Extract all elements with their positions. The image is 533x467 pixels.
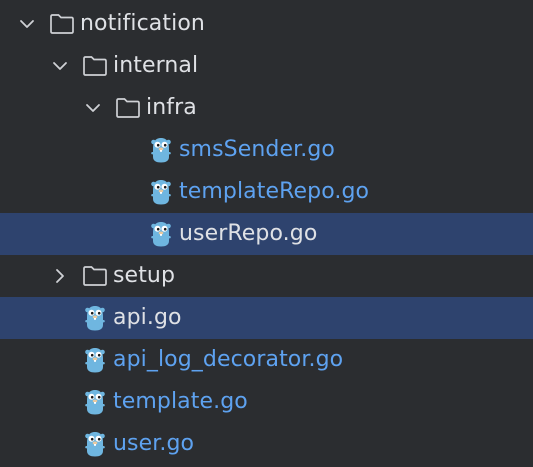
tree-node-api-go[interactable]: api.go	[0, 297, 533, 339]
tree-node-label: user.go	[113, 431, 195, 456]
tree-node-setup[interactable]: setup	[0, 255, 533, 297]
tree-node-template-go[interactable]: template.go	[0, 381, 533, 423]
chevron-down-icon[interactable]	[17, 14, 37, 34]
go-gopher-icon	[151, 222, 171, 247]
tree-node-internal[interactable]: internal	[0, 45, 533, 87]
tree-node-api-log-decorator-go[interactable]: api_log_decorator.go	[0, 339, 533, 381]
chevron-right-icon[interactable]	[50, 266, 70, 286]
tree-node-label: api.go	[113, 305, 182, 330]
tree-node-label: setup	[113, 263, 176, 288]
go-gopher-icon	[85, 390, 105, 415]
go-gopher-icon	[85, 306, 105, 331]
tree-node-label: infra	[146, 95, 197, 120]
tree-node-label: templateRepo.go	[179, 179, 370, 204]
tree-node-template-repo-go[interactable]: templateRepo.go	[0, 171, 533, 213]
tree-node-notification[interactable]: notification	[0, 3, 533, 45]
folder-icon	[116, 98, 140, 118]
project-file-tree: notification internal infra smsSender.go…	[0, 0, 533, 467]
go-gopher-icon	[151, 180, 171, 205]
tree-node-label: api_log_decorator.go	[113, 347, 344, 372]
go-gopher-icon	[151, 138, 171, 163]
tree-node-user-repo-go[interactable]: userRepo.go	[0, 213, 533, 255]
go-gopher-icon	[85, 432, 105, 457]
tree-node-label: smsSender.go	[179, 137, 335, 162]
tree-node-sms-sender-go[interactable]: smsSender.go	[0, 129, 533, 171]
folder-icon	[83, 56, 107, 76]
chevron-down-icon[interactable]	[83, 98, 103, 118]
tree-node-infra[interactable]: infra	[0, 87, 533, 129]
folder-icon	[50, 14, 74, 34]
chevron-down-icon[interactable]	[50, 56, 70, 76]
go-gopher-icon	[85, 348, 105, 373]
folder-icon	[83, 266, 107, 286]
tree-node-label: internal	[113, 53, 199, 78]
tree-node-label: notification	[80, 11, 205, 36]
tree-node-label: userRepo.go	[179, 221, 318, 246]
tree-node-user-go[interactable]: user.go	[0, 423, 533, 465]
tree-node-label: template.go	[113, 389, 248, 414]
